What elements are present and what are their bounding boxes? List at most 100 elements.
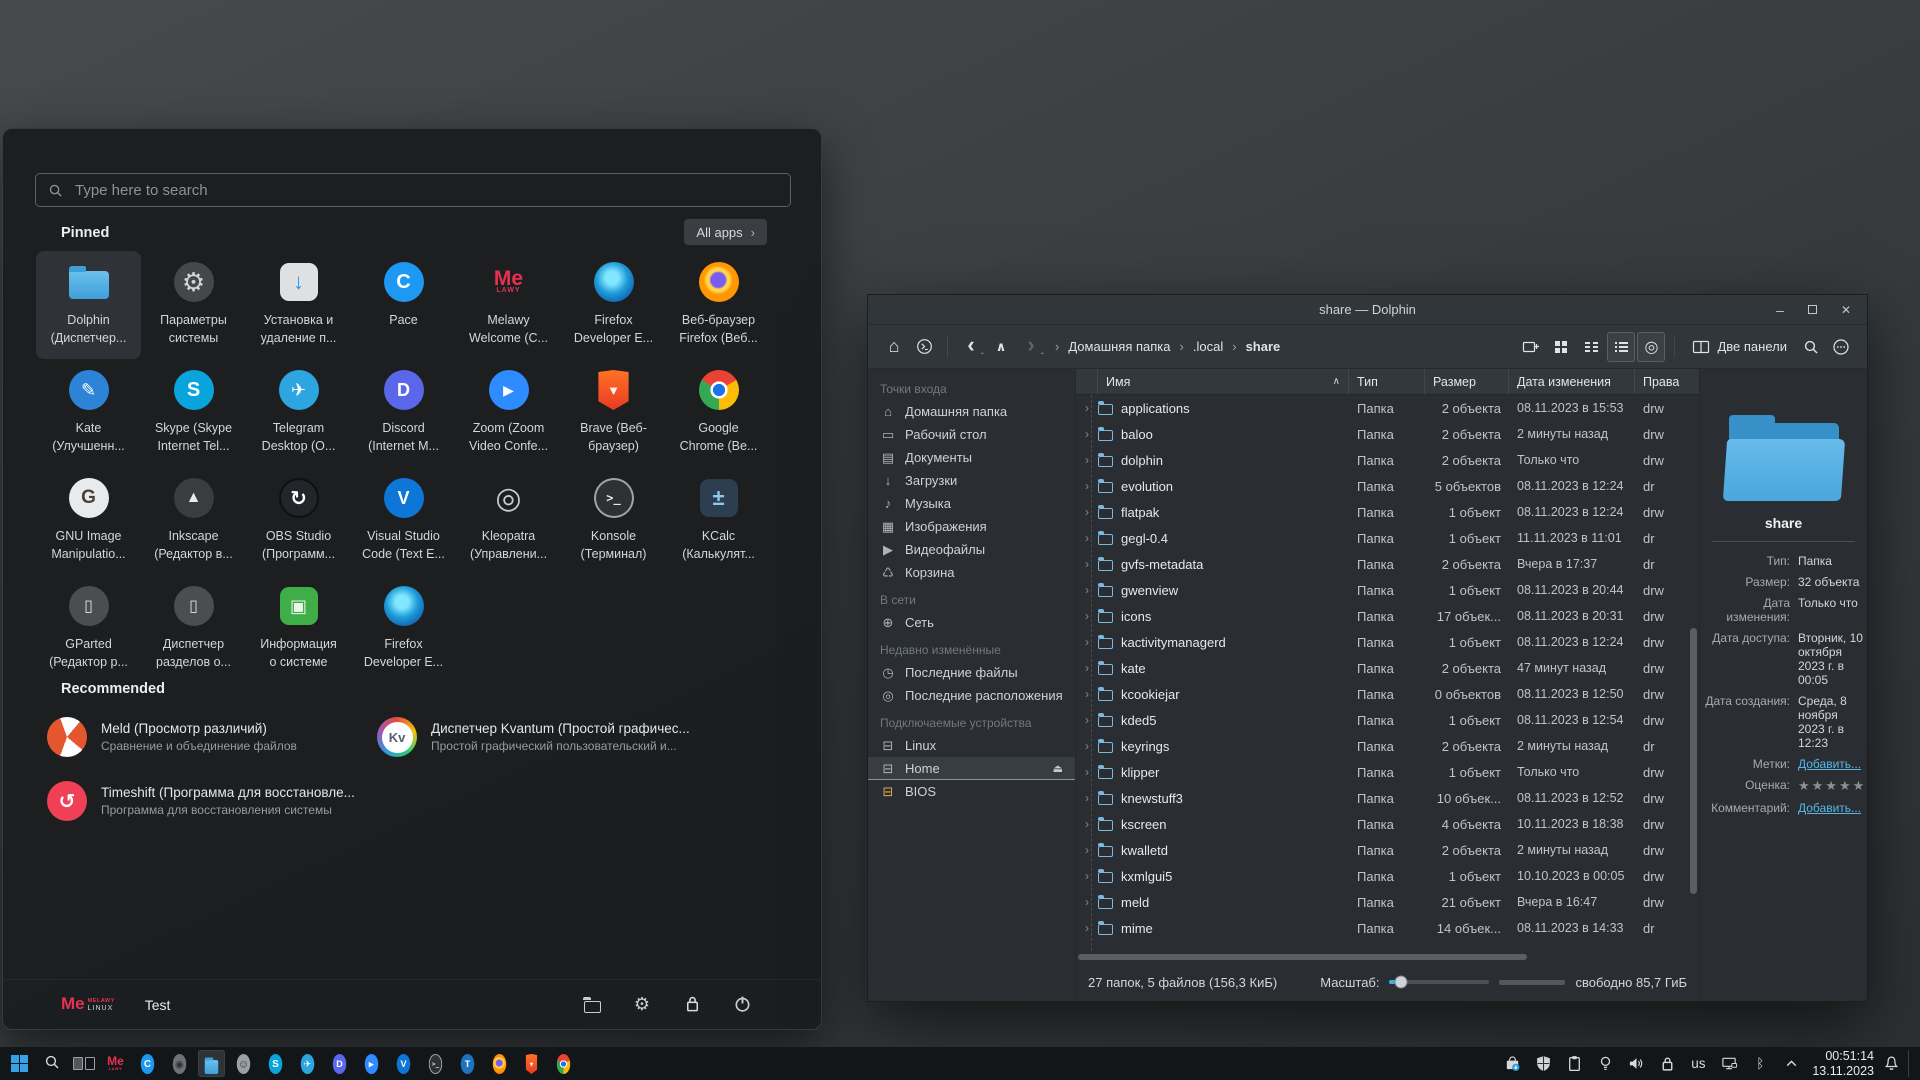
expand-icon[interactable] <box>1076 869 1098 883</box>
file-row[interactable]: applicationsПапка2 объекта08.11.2023 в 1… <box>1076 395 1699 421</box>
app-tile-kcalc[interactable]: ±KCalc(Калькулят... <box>666 467 771 575</box>
recommended-item-timeshift[interactable]: ↺Timeshift (Программа для восстановле...… <box>47 775 377 827</box>
expand-icon[interactable] <box>1076 505 1098 519</box>
start-menu-button[interactable] <box>6 1050 33 1077</box>
volume-icon[interactable] <box>1627 1055 1645 1073</box>
file-row[interactable]: flatpakПапка1 объект08.11.2023 в 12:24dr… <box>1076 499 1699 525</box>
column-name[interactable]: Имя∧ <box>1098 369 1349 394</box>
breadcrumb-home[interactable]: Домашняя папка <box>1068 339 1170 354</box>
expand-icon[interactable] <box>1076 739 1098 753</box>
file-row[interactable]: kxmlgui5Папка1 объект10.10.2023 в 00:05d… <box>1076 863 1699 889</box>
sidebar-item-trash[interactable]: ♺Корзина <box>868 561 1075 584</box>
keyboard-layout-indicator[interactable]: us <box>1689 1055 1707 1073</box>
menu-button[interactable] <box>1827 332 1855 362</box>
screen-lock-icon[interactable] <box>1658 1055 1676 1073</box>
toolbar-search-button[interactable] <box>1797 332 1825 362</box>
expand-tray-icon[interactable] <box>1782 1055 1800 1073</box>
bluetooth-icon[interactable]: ᛒ <box>1751 1055 1769 1073</box>
app-tile-obs-studio[interactable]: ↻OBS Studio(Программ... <box>246 467 351 575</box>
expand-icon[interactable] <box>1076 921 1098 935</box>
file-row[interactable]: balooПапка2 объекта2 минуты назадdrw <box>1076 421 1699 447</box>
sidebar-item-downloads[interactable]: ↓Загрузки <box>868 469 1075 492</box>
power-button[interactable] <box>731 994 753 1016</box>
column-type[interactable]: Тип <box>1349 369 1425 394</box>
places-button[interactable] <box>910 332 938 362</box>
expand-icon[interactable] <box>1076 453 1098 467</box>
app-tile-system-settings[interactable]: ⚙Параметрысистемы <box>141 251 246 359</box>
file-row[interactable]: gwenviewПапка1 объект08.11.2023 в 20:44d… <box>1076 577 1699 603</box>
taskbar-dolphin[interactable] <box>198 1050 225 1077</box>
taskbar-brave[interactable]: ▼ <box>518 1050 545 1077</box>
expand-icon[interactable] <box>1076 791 1098 805</box>
home-button[interactable] <box>880 332 908 362</box>
sidebar-item-desktop[interactable]: ▭Рабочий стол <box>868 423 1075 446</box>
taskbar-discord[interactable]: D <box>326 1050 353 1077</box>
file-row[interactable]: mimeПапка14 объек...08.11.2023 в 14:33dr <box>1076 915 1699 941</box>
app-tile-firefox-developer-2[interactable]: FirefoxDeveloper E... <box>351 575 456 683</box>
app-tile-discord[interactable]: DDiscord(Internet M... <box>351 359 456 467</box>
taskbar-konsole[interactable]: >_ <box>422 1050 449 1077</box>
app-tile-kleopatra[interactable]: ◎Kleopatra(Управлени... <box>456 467 561 575</box>
column-size[interactable]: Размер <box>1425 369 1509 394</box>
forward-dropdown-icon[interactable] <box>1041 352 1044 363</box>
sidebar-item-recent-files[interactable]: ◷Последние файлы <box>868 661 1075 684</box>
taskbar-chrome[interactable] <box>550 1050 577 1077</box>
expand-icon[interactable] <box>1076 817 1098 831</box>
app-tile-firefox-developer[interactable]: FirefoxDeveloper E... <box>561 251 666 359</box>
expand-icon[interactable] <box>1076 635 1098 649</box>
back-button[interactable] <box>957 332 985 362</box>
expand-icon[interactable] <box>1076 661 1098 675</box>
app-tile-chrome[interactable]: GoogleChrome (Be... <box>666 359 771 467</box>
sidebar-item-device-linux[interactable]: ⊟Linux <box>868 734 1075 757</box>
sidebar-item-pictures[interactable]: ▦Изображения <box>868 515 1075 538</box>
app-tile-brave[interactable]: ▼Brave (Веб-браузер) <box>561 359 666 467</box>
show-desktop-button[interactable] <box>1908 1050 1914 1077</box>
expand-icon[interactable] <box>1076 713 1098 727</box>
breadcrumb-local[interactable]: .local <box>1193 339 1223 354</box>
breadcrumb-share[interactable]: share <box>1246 339 1281 354</box>
property-value[interactable]: Добавить... <box>1798 757 1866 771</box>
updates-icon[interactable] <box>1503 1055 1521 1073</box>
app-tile-vscode[interactable]: VVisual StudioCode (Text E... <box>351 467 456 575</box>
sidebar-item-documents[interactable]: ▤Документы <box>868 446 1075 469</box>
notifications-icon[interactable] <box>1882 1055 1900 1073</box>
files-button[interactable] <box>581 994 603 1016</box>
split-view-button[interactable]: Две панели <box>1684 332 1795 362</box>
file-row[interactable]: kactivitymanagerdПапка1 объект08.11.2023… <box>1076 629 1699 655</box>
taskbar-telegram[interactable]: ✈ <box>294 1050 321 1077</box>
details-view-button[interactable] <box>1607 332 1635 362</box>
app-tile-discover[interactable]: ↓Установка иудаление п... <box>246 251 351 359</box>
expand-icon[interactable] <box>1076 687 1098 701</box>
new-tab-button[interactable] <box>1517 332 1545 362</box>
app-tile-system-info[interactable]: ▣Информацияо системе <box>246 575 351 683</box>
file-row[interactable]: knewstuff3Папка10 объек...08.11.2023 в 1… <box>1076 785 1699 811</box>
clipboard-icon[interactable] <box>1565 1055 1583 1073</box>
sidebar-item-videos[interactable]: ▶Видеофайлы <box>868 538 1075 561</box>
security-shield-icon[interactable] <box>1534 1055 1552 1073</box>
scrollbar-thumb[interactable] <box>1078 954 1527 960</box>
icons-view-button[interactable] <box>1547 332 1575 362</box>
app-tile-dolphin[interactable]: Dolphin(Диспетчер... <box>36 251 141 359</box>
file-row[interactable]: kded5Папка1 объект08.11.2023 в 12:54drw <box>1076 707 1699 733</box>
maximize-button[interactable] <box>1808 305 1817 314</box>
expand-icon[interactable] <box>1076 609 1098 623</box>
sidebar-item-music[interactable]: ♪Музыка <box>868 492 1075 515</box>
forward-button[interactable] <box>1017 332 1045 362</box>
sidebar-item-recent-locations[interactable]: ◎Последние расположения <box>868 684 1075 707</box>
expand-icon[interactable] <box>1076 583 1098 597</box>
file-row[interactable]: iconsПапка17 объек...08.11.2023 в 20:31d… <box>1076 603 1699 629</box>
zoom-slider[interactable] <box>1389 980 1489 984</box>
file-row[interactable]: klipperПапка1 объектТолько чтоdrw <box>1076 759 1699 785</box>
recommended-item-kvantum[interactable]: KvДиспетчер Kvantum (Простой графичес...… <box>377 711 707 763</box>
app-tile-melawy-welcome[interactable]: MeLAWYMelawyWelcome (C... <box>456 251 561 359</box>
file-row[interactable]: gvfs-metadataПапка2 объектаВчера в 17:37… <box>1076 551 1699 577</box>
search-button[interactable] <box>38 1050 65 1077</box>
expand-icon[interactable] <box>1076 765 1098 779</box>
taskbar-thunderbird[interactable]: T <box>454 1050 481 1077</box>
file-row[interactable]: kscreenПапка4 объекта10.11.2023 в 18:38d… <box>1076 811 1699 837</box>
taskbar-zoom[interactable]: ▶ <box>358 1050 385 1077</box>
property-value[interactable]: Добавить... <box>1798 801 1866 815</box>
title-bar[interactable]: share — Dolphin <box>868 295 1867 325</box>
file-row[interactable]: gegl-0.4Папка1 объект11.11.2023 в 11:01d… <box>1076 525 1699 551</box>
app-tile-telegram[interactable]: ✈TelegramDesktop (O... <box>246 359 351 467</box>
